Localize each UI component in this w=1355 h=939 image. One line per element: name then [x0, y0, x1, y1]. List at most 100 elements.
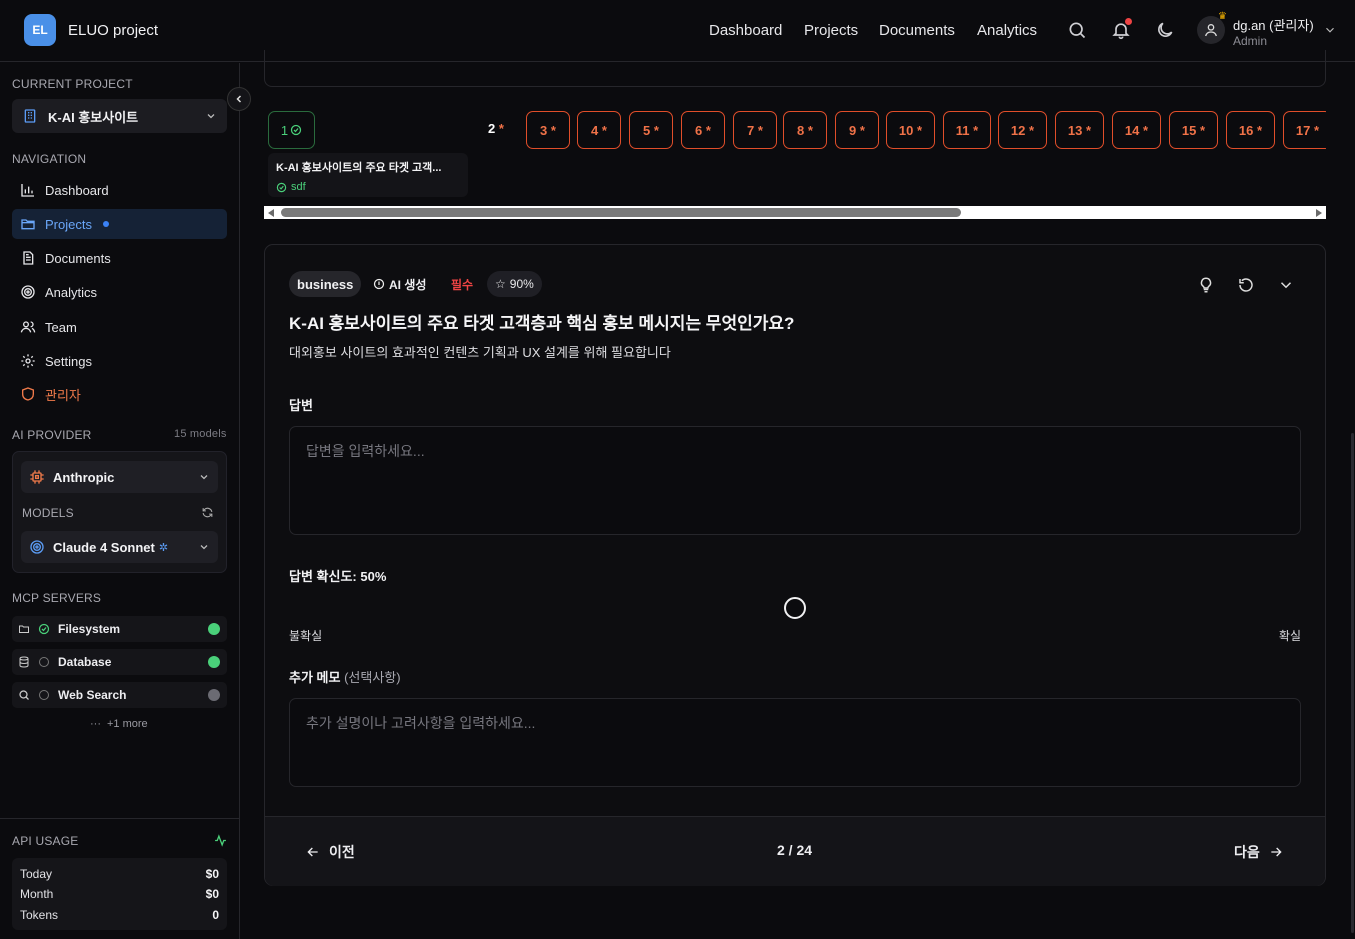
- cpu-icon: [30, 470, 44, 484]
- step-button-16[interactable]: 16 *: [1226, 111, 1275, 149]
- refresh-icon[interactable]: [201, 506, 214, 519]
- step-button-3[interactable]: 3 *: [526, 111, 570, 149]
- sidebar-item-analytics[interactable]: Analytics: [12, 277, 227, 307]
- sidebar: CURRENT PROJECT K-AI 홍보사이트 NAVIGATION Da…: [0, 63, 251, 939]
- moon-icon[interactable]: [1155, 20, 1175, 40]
- app-name[interactable]: ELUO project: [68, 22, 158, 39]
- topnav-documents[interactable]: Documents: [879, 22, 955, 39]
- mcp-server-filesystem[interactable]: Filesystem: [12, 616, 227, 642]
- step-button-2-current[interactable]: 2 *: [488, 121, 504, 136]
- next-label: 다음: [1234, 844, 1260, 860]
- usage-value: 0: [212, 908, 219, 922]
- notification-dot: [1125, 18, 1132, 25]
- current-project-label: CURRENT PROJECT: [12, 77, 133, 91]
- model-select[interactable]: Claude 4 Sonnet ✲: [21, 531, 218, 563]
- check-circle-icon: [276, 182, 287, 192]
- mcp-servers-label: MCP SERVERS: [12, 591, 102, 605]
- step-button-10[interactable]: 10 *: [886, 111, 935, 149]
- sidebar-item-projects[interactable]: Projects: [12, 209, 227, 239]
- check-circle-icon: [38, 623, 50, 635]
- scrollbar-thumb[interactable]: [1351, 433, 1354, 933]
- mcp-more-link[interactable]: ··· +1 more: [90, 718, 148, 730]
- step-button-11[interactable]: 11 *: [943, 111, 991, 149]
- project-name: K-AI 홍보사이트: [48, 109, 139, 125]
- answer-textarea[interactable]: [289, 426, 1301, 535]
- step-button-12[interactable]: 12 *: [998, 111, 1047, 149]
- certainty-min-label: 불확실: [289, 629, 323, 643]
- horizontal-scrollbar[interactable]: [264, 206, 1326, 219]
- divider: [0, 818, 239, 819]
- sidebar-item-dashboard[interactable]: Dashboard: [12, 175, 227, 205]
- mcp-server-database[interactable]: Database: [12, 649, 227, 675]
- sidebar-item-label: 관리자: [45, 387, 81, 403]
- usage-value: $0: [205, 887, 219, 901]
- step-1-preview[interactable]: K-AI 홍보사이트의 주요 타겟 고객... sdf: [268, 153, 468, 197]
- star-icon: ☆: [495, 277, 506, 291]
- scroll-right-arrow[interactable]: [1316, 209, 1322, 217]
- search-icon: [19, 690, 29, 700]
- step-button-14[interactable]: 14 *: [1112, 111, 1161, 149]
- usage-row-tokens: Tokens 0: [20, 908, 219, 922]
- step-button-15[interactable]: 15 *: [1169, 111, 1218, 149]
- step-button-8[interactable]: 8 *: [783, 111, 827, 149]
- target-icon: [30, 540, 44, 554]
- bar-chart-icon: [21, 184, 34, 197]
- provider-select[interactable]: Anthropic: [21, 461, 218, 493]
- topnav-analytics[interactable]: Analytics: [977, 22, 1037, 39]
- question-title: K-AI 홍보사이트의 주요 타겟 고객층과 핵심 홍보 메시지는 무엇인가요?: [289, 314, 795, 333]
- usage-row-month: Month $0: [20, 887, 219, 901]
- step-1-answer: sdf: [276, 181, 460, 193]
- sparkle-icon: ✲: [158, 541, 169, 554]
- chevron-left-icon: [236, 95, 242, 103]
- step-button-13[interactable]: 13 *: [1055, 111, 1104, 149]
- mcp-server-name: Web Search: [58, 688, 127, 702]
- app-logo[interactable]: EL: [24, 14, 56, 46]
- sidebar-item-team[interactable]: Team: [12, 312, 227, 342]
- chevron-down-icon[interactable]: [1277, 276, 1295, 294]
- sidebar-collapse-button[interactable]: [227, 87, 251, 111]
- project-selector[interactable]: K-AI 홍보사이트: [12, 99, 227, 133]
- building-icon: [24, 109, 36, 123]
- mcp-server-web-search[interactable]: Web Search: [12, 682, 227, 708]
- search-icon[interactable]: [1067, 20, 1087, 40]
- ellipsis-icon: ···: [90, 718, 101, 730]
- previous-card-bottom: [264, 50, 1326, 87]
- mcp-server-name: Database: [58, 655, 112, 669]
- prev-button[interactable]: 이전: [305, 842, 355, 862]
- target-icon: [21, 285, 35, 299]
- chevron-down-icon[interactable]: [1323, 23, 1337, 37]
- step-button-1[interactable]: 1: [268, 111, 315, 149]
- circle-icon: [39, 690, 49, 700]
- step-1-title: K-AI 홍보사이트의 주요 타겟 고객...: [276, 162, 442, 174]
- sidebar-item-admin[interactable]: 관리자: [12, 379, 227, 409]
- lightbulb-icon[interactable]: [1197, 276, 1215, 294]
- topnav-dashboard[interactable]: Dashboard: [709, 22, 782, 39]
- sidebar-item-label: Analytics: [45, 284, 98, 300]
- step-number: 1: [280, 122, 289, 138]
- model-count: 15 models: [174, 428, 227, 440]
- reset-icon[interactable]: [1237, 276, 1255, 294]
- topnav-projects[interactable]: Projects: [804, 22, 858, 39]
- scroll-left-arrow[interactable]: [268, 209, 274, 217]
- question-stepper: 1 K-AI 홍보사이트의 주요 타겟 고객... sdf 2 * 3 * 4 *…: [264, 99, 1326, 205]
- step-button-6[interactable]: 6 *: [681, 111, 725, 149]
- step-button-4[interactable]: 4 *: [577, 111, 621, 149]
- step-button-7[interactable]: 7 *: [733, 111, 777, 149]
- sidebar-item-label: Team: [45, 319, 77, 335]
- certainty-label: 답변 확신도: 50%: [289, 569, 387, 584]
- step-button-9[interactable]: 9 *: [835, 111, 879, 149]
- memo-textarea[interactable]: [289, 698, 1301, 787]
- next-button[interactable]: 다음: [1234, 842, 1284, 862]
- user-name[interactable]: dg.an (관리자): [1233, 15, 1314, 34]
- sidebar-item-settings[interactable]: Settings: [12, 346, 227, 376]
- folder-icon: [21, 219, 35, 230]
- document-icon: [23, 251, 34, 265]
- arrow-left-icon: [307, 847, 318, 857]
- vertical-scrollbar[interactable]: [1350, 63, 1355, 939]
- step-button-17[interactable]: 17 *: [1283, 111, 1326, 149]
- question-description: 대외홍보 사이트의 효과적인 컨텐츠 기획과 UX 설계를 위해 필요합니다: [289, 345, 671, 360]
- step-button-5[interactable]: 5 *: [629, 111, 673, 149]
- certainty-slider-thumb[interactable]: [784, 597, 806, 619]
- scrollbar-thumb[interactable]: [281, 208, 961, 217]
- sidebar-item-documents[interactable]: Documents: [12, 243, 227, 273]
